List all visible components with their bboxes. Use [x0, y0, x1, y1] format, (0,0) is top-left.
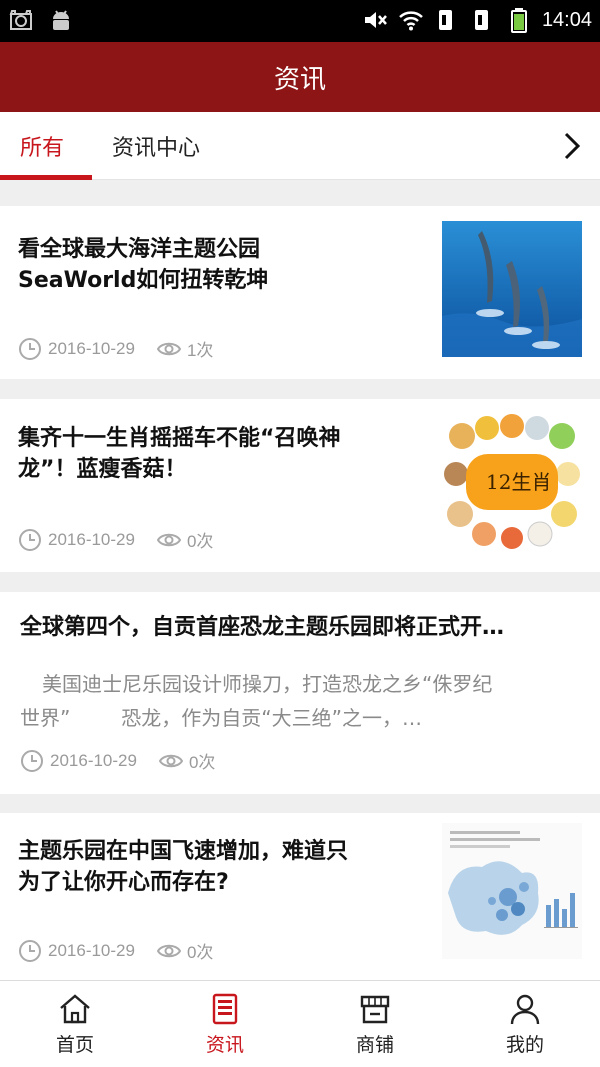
zodiac-thumb-label: 12生肖: [486, 470, 552, 494]
wifi-icon: [399, 11, 423, 31]
article-title: 主题乐园在中国飞速增加，难道只 为了让你开心而存在?: [18, 839, 349, 895]
tab-label: 所有: [20, 136, 65, 161]
chevron-right-icon[interactable]: [556, 130, 588, 162]
tab-all[interactable]: 所有: [20, 112, 64, 180]
article-date: 2016-10-29: [48, 338, 135, 358]
article-meta: 2016-10-29 0次: [18, 527, 213, 552]
sim1-icon: [438, 10, 452, 30]
article-date: 2016-10-29: [48, 940, 135, 960]
category-tabs: 所有 资讯中心: [0, 112, 600, 180]
shop-icon: [360, 995, 390, 1023]
status-bar: 14:04: [0, 0, 600, 42]
nav-label: 我的: [505, 1033, 544, 1056]
eye-icon: [158, 754, 183, 767]
article-meta: 2016-10-29 0次: [18, 938, 213, 963]
sim2-icon: [474, 10, 488, 30]
android-icon: [53, 10, 69, 30]
article-meta: 2016-10-29 1次: [18, 336, 213, 361]
bottom-nav: 首页 资讯 商铺 我的: [0, 980, 600, 1067]
article-date: 2016-10-29: [48, 529, 135, 549]
article-title: 全球第四个，自贡首座恐龙主题乐园即将正式开…: [20, 615, 505, 640]
nav-home[interactable]: 首页: [0, 981, 150, 1067]
nav-label: 资讯: [205, 1033, 244, 1056]
article-title: 集齐十一生肖摇摇车不能“召唤神 龙”！蓝瘦香菇！: [18, 426, 341, 482]
user-icon: [510, 994, 540, 1024]
news-icon: [212, 993, 238, 1024]
nav-label: 首页: [55, 1033, 94, 1056]
clock-icon: [19, 528, 41, 551]
home-icon: [60, 993, 90, 1023]
article-views: 0次: [186, 943, 214, 962]
article-views: 0次: [186, 532, 214, 551]
nav-shops[interactable]: 商铺: [300, 981, 450, 1067]
tab-label: 资讯中心: [112, 136, 201, 161]
article-card[interactable]: 全球第四个，自贡首座恐龙主题乐园即将正式开… 美国迪士尼乐园设计师操刀，打造恐龙…: [0, 592, 600, 794]
mute-icon: [364, 12, 387, 28]
eye-icon: [156, 342, 181, 355]
nav-label: 商铺: [355, 1033, 394, 1056]
screenshot-icon: [9, 10, 32, 30]
article-title: 看全球最大海洋主题公园 SeaWorld如何扭转乾坤: [18, 237, 269, 293]
page-title: 资讯: [273, 64, 326, 95]
article-card[interactable]: 集齐十一生肖摇摇车不能“召唤神 龙”！蓝瘦香菇！ 2016-10-29 0次 1: [0, 399, 600, 572]
article-date: 2016-10-29: [50, 750, 137, 770]
article-meta: 2016-10-29 0次: [20, 748, 215, 773]
article-views: 1次: [186, 341, 214, 360]
article-card[interactable]: 看全球最大海洋主题公园 SeaWorld如何扭转乾坤 2016-10-29 1次: [0, 206, 600, 379]
nav-news[interactable]: 资讯: [150, 981, 300, 1067]
eye-icon: [156, 944, 181, 957]
clock-icon: [19, 337, 41, 360]
article-thumbnail-dolphins: [442, 221, 582, 357]
nav-me[interactable]: 我的: [450, 981, 600, 1067]
app-header: 资讯: [0, 42, 600, 112]
article-card[interactable]: 主题乐园在中国飞速增加，难道只 为了让你开心而存在? 2016-10-29 0次: [0, 813, 600, 980]
active-tab-indicator: [0, 175, 92, 180]
article-thumbnail-zodiac: 12生肖: [442, 414, 582, 550]
eye-icon: [156, 533, 181, 546]
clock: 14:04: [541, 8, 592, 31]
article-thumbnail-china-map: [442, 823, 582, 959]
battery-icon: [510, 8, 527, 33]
clock-icon: [21, 749, 43, 772]
tab-news-center[interactable]: 资讯中心: [112, 112, 200, 180]
article-excerpt: 美国迪士尼乐园设计师操刀，打造恐龙之乡“侏罗纪 世界” 恐龙，作为自贡“大三绝”…: [20, 672, 493, 730]
article-views: 0次: [188, 753, 216, 772]
clock-icon: [19, 939, 41, 962]
